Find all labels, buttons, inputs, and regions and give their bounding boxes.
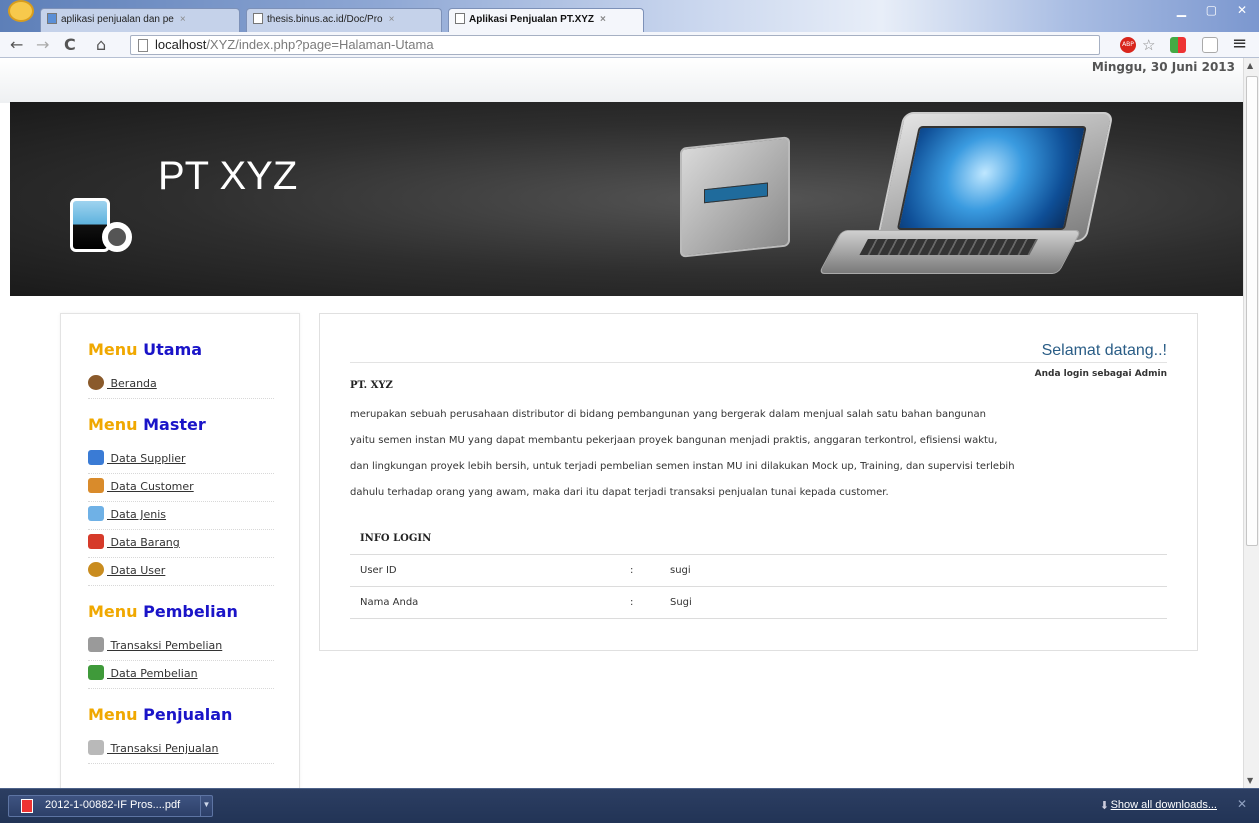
menu-title: Menu Utama bbox=[88, 340, 203, 359]
description-line: merupakan sebuah perusahaan distributor … bbox=[350, 409, 986, 420]
customer-icon bbox=[88, 478, 104, 493]
tab-favicon-icon bbox=[253, 13, 263, 24]
jenis-icon bbox=[88, 506, 104, 521]
table-row: Nama Anda : Sugi bbox=[350, 586, 1167, 619]
downloads-bar: 2012-1-00882-IF Pros....pdf ▼ ⬇ Show all… bbox=[0, 788, 1259, 823]
brand-title: PT XYZ bbox=[158, 154, 298, 198]
address-bar[interactable]: localhost/XYZ/index.php?page=Halaman-Uta… bbox=[130, 35, 1100, 55]
sidebar-item-data-barang[interactable]: Data Barang bbox=[88, 530, 274, 558]
welcome-heading: Selamat datang..! bbox=[1041, 342, 1167, 359]
menu-icon[interactable]: ≡ bbox=[1232, 35, 1248, 53]
extension-icon[interactable] bbox=[1170, 37, 1186, 53]
tab-close-icon[interactable]: × bbox=[180, 14, 186, 25]
header-banner: PT XYZ bbox=[10, 102, 1243, 296]
sidebar-item-data-customer[interactable]: Data Customer bbox=[88, 474, 274, 502]
browser-toolbar: ← → C ⌂ localhost/XYZ/index.php?page=Hal… bbox=[0, 32, 1259, 58]
tab-label: thesis.binus.ac.id/Doc/Pro bbox=[267, 14, 383, 25]
download-options-chevron-icon[interactable]: ▼ bbox=[200, 795, 212, 817]
sidebar-item-data-user[interactable]: Data User bbox=[88, 558, 274, 586]
browser-tab-strip: aplikasi penjualan dan pe × thesis.binus.… bbox=[0, 0, 1259, 32]
window-controls[interactable]: ▁ ▢ ✕ bbox=[1177, 3, 1255, 17]
sidebar-item-data-pembelian[interactable]: Data Pembelian bbox=[88, 661, 274, 689]
laptop-image bbox=[818, 112, 1114, 274]
home-icon[interactable]: ⌂ bbox=[96, 35, 106, 55]
tab-label: aplikasi penjualan dan pe bbox=[61, 14, 174, 25]
row-label: Nama Anda bbox=[350, 586, 620, 619]
browser-tab-1[interactable]: aplikasi penjualan dan pe × bbox=[40, 8, 240, 32]
device-image bbox=[680, 136, 790, 258]
sidebar-item-beranda[interactable]: Beranda bbox=[88, 371, 274, 399]
login-role-text: Anda login sebagai Admin bbox=[1034, 369, 1167, 379]
download-item[interactable]: 2012-1-00882-IF Pros....pdf ▼ bbox=[8, 795, 213, 817]
scroll-up-arrow-icon[interactable]: ▲ bbox=[1247, 61, 1253, 70]
vertical-scrollbar[interactable]: ▲ ▼ bbox=[1243, 58, 1259, 788]
tab-favicon-icon bbox=[455, 13, 465, 24]
adblock-icon[interactable]: ABP bbox=[1120, 37, 1136, 53]
reload-icon[interactable]: C bbox=[64, 35, 76, 55]
menu-utama: Menu Utama Beranda bbox=[88, 340, 274, 399]
row-value: Sugi bbox=[660, 586, 1167, 619]
menu-title: Menu Penjualan bbox=[88, 705, 233, 724]
menu-title: Menu Pembelian bbox=[88, 602, 238, 621]
transaksi-pembelian-icon bbox=[88, 637, 104, 652]
url-host: localhost bbox=[155, 37, 207, 52]
description-line: dan lingkungan proyek lebih bersih, untu… bbox=[350, 461, 1015, 472]
table-row: User ID : sugi bbox=[350, 554, 1167, 587]
home-icon bbox=[88, 375, 104, 390]
download-arrow-icon: ⬇ bbox=[1099, 799, 1109, 812]
data-pembelian-icon bbox=[88, 665, 104, 680]
close-icon[interactable]: ✕ bbox=[1237, 797, 1247, 811]
menu-pembelian: Menu Pembelian Transaksi Pembelian Data … bbox=[88, 602, 274, 689]
forward-arrow-icon[interactable]: → bbox=[36, 35, 49, 55]
row-label: User ID bbox=[350, 554, 620, 587]
info-login-table: INFO LOGIN User ID : sugi Nama Anda : Su… bbox=[350, 524, 1167, 619]
transaksi-penjualan-icon bbox=[88, 740, 104, 755]
logo-circle-icon bbox=[102, 222, 132, 252]
show-all-downloads-link[interactable]: Show all downloads... bbox=[1111, 799, 1217, 811]
pdf-icon bbox=[21, 799, 33, 813]
sidebar-item-data-supplier[interactable]: Data Supplier bbox=[88, 446, 274, 474]
top-gradient bbox=[0, 58, 1243, 103]
browser-tab-3-active[interactable]: Aplikasi Penjualan PT.XYZ × bbox=[448, 8, 644, 32]
back-arrow-icon[interactable]: ← bbox=[10, 35, 23, 55]
sidebar-item-transaksi-pembelian[interactable]: Transaksi Pembelian bbox=[88, 633, 274, 661]
row-separator: : bbox=[620, 586, 660, 619]
bookmark-star-icon[interactable]: ☆ bbox=[1142, 37, 1158, 53]
company-description: merupakan sebuah perusahaan distributor … bbox=[350, 402, 1110, 506]
sidebar-item-transaksi-penjualan[interactable]: Transaksi Penjualan bbox=[88, 736, 274, 764]
scroll-thumb[interactable] bbox=[1246, 76, 1258, 546]
row-separator: : bbox=[620, 554, 660, 587]
menu-master: Menu Master Data Supplier Data Customer … bbox=[88, 415, 274, 586]
browser-tab-2[interactable]: thesis.binus.ac.id/Doc/Pro × bbox=[246, 8, 442, 32]
description-line: yaitu semen instan MU yang dapat membant… bbox=[350, 435, 998, 446]
row-value: sugi bbox=[660, 554, 1167, 587]
tab-close-icon[interactable]: × bbox=[389, 14, 395, 25]
barang-icon bbox=[88, 534, 104, 549]
scroll-down-arrow-icon[interactable]: ▼ bbox=[1247, 776, 1253, 785]
download-filename: 2012-1-00882-IF Pros....pdf bbox=[45, 799, 181, 811]
extension-blank-icon[interactable] bbox=[1202, 37, 1218, 53]
user-icon bbox=[88, 562, 104, 577]
menu-title: Menu Master bbox=[88, 415, 206, 434]
profile-avatar-icon[interactable] bbox=[8, 0, 34, 22]
sidebar-menu: Menu Utama Beranda Menu Master Data Supp… bbox=[60, 313, 300, 788]
tab-close-icon[interactable]: × bbox=[600, 14, 606, 25]
page-icon bbox=[138, 39, 148, 52]
page-viewport: Minggu, 30 Juni 2013 PT XYZ Menu Utama B… bbox=[0, 58, 1243, 788]
tab-favicon-icon bbox=[47, 13, 57, 24]
main-content-panel: Selamat datang..! Anda login sebagai Adm… bbox=[319, 313, 1198, 651]
url-path: /XYZ/index.php?page=Halaman-Utama bbox=[206, 37, 434, 52]
sidebar-item-data-jenis[interactable]: Data Jenis bbox=[88, 502, 274, 530]
menu-penjualan: Menu Penjualan Transaksi Penjualan bbox=[88, 705, 274, 764]
supplier-icon bbox=[88, 450, 104, 465]
tab-label: Aplikasi Penjualan PT.XYZ bbox=[469, 14, 595, 25]
description-line: dahulu terhadap orang yang awam, maka da… bbox=[350, 487, 889, 498]
date-text: Minggu, 30 Juni 2013 bbox=[1091, 60, 1235, 74]
divider bbox=[350, 362, 1167, 363]
info-login-title: INFO LOGIN bbox=[350, 524, 1167, 555]
company-name: PT. XYZ bbox=[350, 380, 393, 391]
